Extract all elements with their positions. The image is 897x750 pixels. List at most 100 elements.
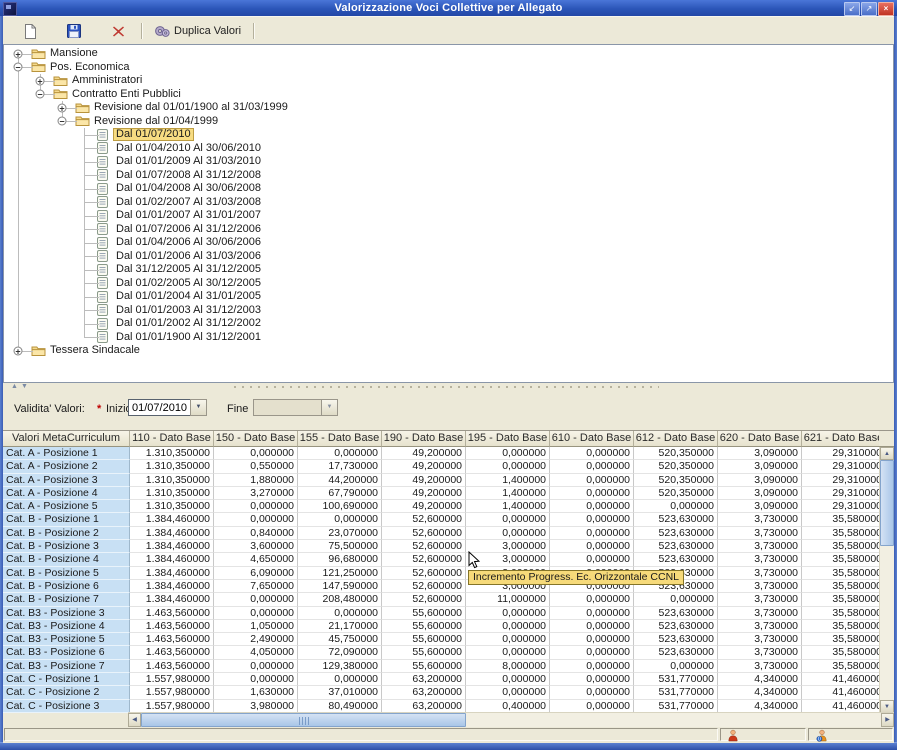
cell[interactable]: 523,630000 (634, 646, 718, 659)
cell[interactable]: 0,000000 (634, 593, 718, 606)
cell[interactable]: 44,200000 (298, 474, 382, 487)
cell[interactable]: 7,650000 (214, 580, 298, 593)
cell[interactable]: 3,090000 (718, 487, 802, 500)
cell[interactable]: 0,000000 (466, 607, 550, 620)
cell[interactable]: 523,630000 (634, 553, 718, 566)
cell[interactable]: 1.384,460000 (130, 527, 214, 540)
cell[interactable]: 0,000000 (466, 620, 550, 633)
cell[interactable]: 63,200000 (382, 673, 466, 686)
cell[interactable]: 49,200000 (382, 447, 466, 460)
tree-node[interactable]: Dal 01/01/2003 Al 31/12/2003 (4, 304, 893, 318)
horizontal-scroll-thumb[interactable] (141, 713, 466, 727)
tree-node[interactable]: −Contratto Enti Pubblici (4, 88, 893, 102)
cell[interactable]: 49,200000 (382, 460, 466, 473)
cell[interactable]: 0,000000 (214, 593, 298, 606)
cell[interactable]: 35,580000 (802, 633, 879, 646)
column-header[interactable]: 610 - Dato Base (550, 431, 634, 447)
cell[interactable]: 0,000000 (550, 447, 634, 460)
cell[interactable]: 52,600000 (382, 593, 466, 606)
cell[interactable]: 0,000000 (550, 686, 634, 699)
cell[interactable]: 0,000000 (550, 527, 634, 540)
cell[interactable]: 520,350000 (634, 487, 718, 500)
cell[interactable]: 49,200000 (382, 487, 466, 500)
cell[interactable]: 55,600000 (382, 607, 466, 620)
expand-icon[interactable]: + (14, 346, 23, 355)
tree-node[interactable]: +Amministratori (4, 74, 893, 88)
cell[interactable]: 35,580000 (802, 553, 879, 566)
tree-node[interactable]: Dal 01/04/2010 Al 30/06/2010 (4, 142, 893, 156)
cell[interactable]: 0,000000 (466, 460, 550, 473)
cell[interactable]: 0,000000 (466, 686, 550, 699)
cell[interactable]: 0,550000 (214, 460, 298, 473)
cell[interactable]: 55,600000 (382, 660, 466, 673)
tree-node[interactable]: Dal 01/04/2006 Al 30/06/2006 (4, 236, 893, 250)
cell[interactable]: 0,000000 (550, 646, 634, 659)
cell[interactable]: 531,770000 (634, 686, 718, 699)
cell[interactable]: 1.384,460000 (130, 540, 214, 553)
cell[interactable]: 63,200000 (382, 686, 466, 699)
column-header[interactable]: 150 - Dato Base (214, 431, 298, 447)
cell[interactable]: 520,350000 (634, 474, 718, 487)
cell[interactable]: 0,000000 (466, 447, 550, 460)
fine-date-input[interactable] (253, 399, 323, 416)
cell[interactable]: 1.384,460000 (130, 580, 214, 593)
cell[interactable]: 4,340000 (718, 673, 802, 686)
cell[interactable]: 41,460000 (802, 673, 879, 686)
column-header[interactable]: 620 - Dato Base (718, 431, 802, 447)
cell[interactable]: 3,730000 (718, 513, 802, 526)
cell[interactable]: 1.310,350000 (130, 500, 214, 513)
cell[interactable]: 1.463,560000 (130, 607, 214, 620)
tree-node[interactable]: Dal 01/07/2010 (4, 128, 893, 142)
cell[interactable]: 3,730000 (718, 633, 802, 646)
cell[interactable]: 35,580000 (802, 620, 879, 633)
cell[interactable]: 147,590000 (298, 580, 382, 593)
inizio-date-input[interactable] (128, 399, 192, 416)
cell[interactable]: 523,630000 (634, 607, 718, 620)
cell[interactable]: 129,380000 (298, 660, 382, 673)
cell[interactable]: 1.463,560000 (130, 633, 214, 646)
cell[interactable]: 1.463,560000 (130, 646, 214, 659)
cell[interactable]: 0,000000 (550, 540, 634, 553)
cell[interactable]: 0,000000 (550, 500, 634, 513)
cell[interactable]: 96,680000 (298, 553, 382, 566)
cell[interactable]: 49,200000 (382, 500, 466, 513)
cell[interactable]: 52,600000 (382, 540, 466, 553)
cell[interactable]: 0,000000 (550, 487, 634, 500)
vertical-scroll-thumb[interactable] (880, 460, 894, 546)
cell[interactable]: 2,490000 (214, 633, 298, 646)
cell[interactable]: 0,000000 (550, 474, 634, 487)
scroll-right-icon[interactable]: ▶ (881, 713, 894, 727)
tree-node[interactable]: Dal 01/01/2004 Al 31/01/2005 (4, 290, 893, 304)
cell[interactable]: 0,000000 (550, 700, 634, 713)
cell[interactable]: 4,340000 (718, 700, 802, 713)
tree-node[interactable]: −Revisione dal 01/04/1999 (4, 115, 893, 129)
cell[interactable]: 0,000000 (634, 660, 718, 673)
cell[interactable]: 0,000000 (214, 673, 298, 686)
cell[interactable]: 100,690000 (298, 500, 382, 513)
cell[interactable]: 55,600000 (382, 646, 466, 659)
splitter-collapse-down-icon[interactable]: ▼ (21, 383, 28, 391)
cell[interactable]: 1.310,350000 (130, 447, 214, 460)
tree-node[interactable]: +Mansione (4, 47, 893, 61)
cell[interactable]: 35,580000 (802, 646, 879, 659)
cell[interactable]: 1.557,980000 (130, 673, 214, 686)
cell[interactable]: 6,090000 (214, 567, 298, 580)
cell[interactable]: 1.463,560000 (130, 660, 214, 673)
cell[interactable]: 35,580000 (802, 580, 879, 593)
splitter-collapse-up-icon[interactable]: ▲ (11, 383, 18, 391)
cell[interactable]: 0,000000 (466, 527, 550, 540)
cell[interactable]: 0,000000 (214, 513, 298, 526)
expand-icon[interactable]: + (14, 49, 23, 58)
cell[interactable]: 41,460000 (802, 700, 879, 713)
cell[interactable]: 0,000000 (298, 447, 382, 460)
cell[interactable]: 0,000000 (550, 607, 634, 620)
tree-node[interactable]: Dal 31/12/2005 Al 31/12/2005 (4, 263, 893, 277)
vertical-scrollbar[interactable]: ▲ ▼ (879, 447, 894, 713)
cell[interactable]: 4,340000 (718, 686, 802, 699)
cell[interactable]: 1,400000 (466, 474, 550, 487)
cell[interactable]: 55,600000 (382, 620, 466, 633)
cell[interactable]: 523,630000 (634, 513, 718, 526)
column-header[interactable]: 612 - Dato Base (634, 431, 718, 447)
cell[interactable]: 45,750000 (298, 633, 382, 646)
cell[interactable]: 0,000000 (550, 673, 634, 686)
